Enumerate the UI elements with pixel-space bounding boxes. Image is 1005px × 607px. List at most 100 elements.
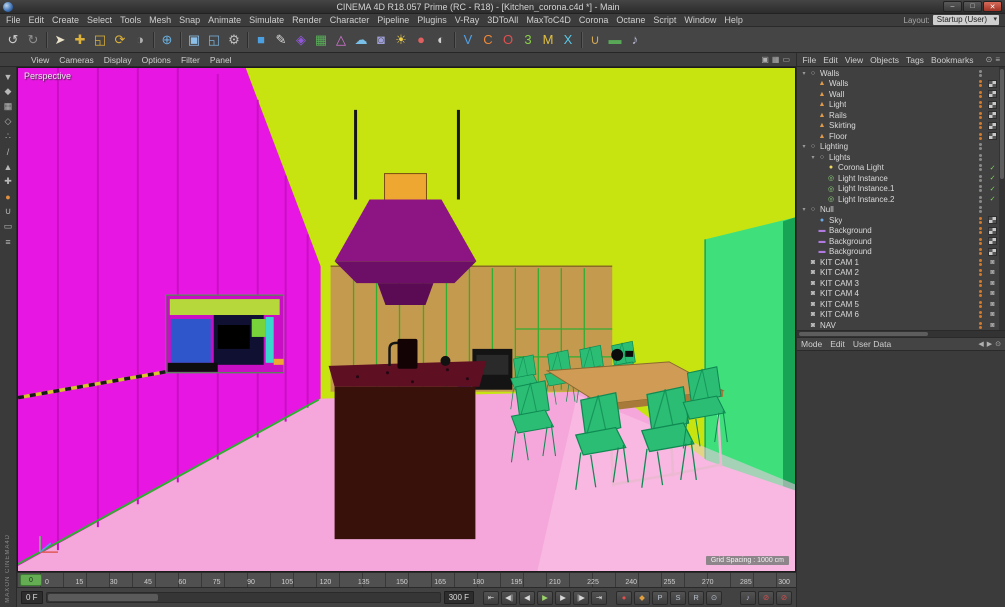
visibility-dots[interactable] xyxy=(979,153,982,157)
menu-item[interactable]: Window xyxy=(680,15,720,25)
make-editable-icon[interactable]: ▼ xyxy=(0,69,16,84)
prev-key-button[interactable]: ◀| xyxy=(501,590,518,605)
visibility-dots[interactable] xyxy=(979,300,982,304)
menu-item[interactable]: Script xyxy=(649,15,680,25)
render-region-icon[interactable]: ◱ xyxy=(204,28,224,51)
minimize-button[interactable]: – xyxy=(943,1,962,12)
visibility-dots[interactable] xyxy=(979,132,982,136)
menu-item[interactable]: 3DToAll xyxy=(483,15,522,25)
coordinate-system-icon[interactable]: ⊕ xyxy=(157,28,177,51)
menu-item[interactable]: Simulate xyxy=(245,15,288,25)
end-frame-field[interactable]: 300 F xyxy=(443,591,475,604)
visibility-dots[interactable] xyxy=(979,206,982,210)
object-row[interactable]: Wall xyxy=(797,89,1005,100)
object-row[interactable]: Corona Light xyxy=(797,163,1005,174)
object-manager-menu-item[interactable]: Tags xyxy=(902,55,927,65)
sound-icon[interactable]: ♪ xyxy=(625,28,645,51)
record-position-button[interactable]: P xyxy=(652,590,669,605)
visibility-dots[interactable] xyxy=(979,279,982,283)
object-row[interactable]: Walls xyxy=(797,68,1005,79)
maximize-button[interactable]: □ xyxy=(963,1,982,12)
rotate-tool-icon[interactable]: ⟳ xyxy=(110,28,130,51)
object-tag[interactable] xyxy=(988,174,997,182)
light-object-icon[interactable]: ☀ xyxy=(391,28,411,51)
visibility-dots[interactable] xyxy=(979,258,982,262)
search-icon[interactable]: ⊙ xyxy=(986,55,993,64)
current-frame-marker[interactable]: 0 xyxy=(20,574,42,586)
toolbar-icon[interactable] xyxy=(578,28,585,51)
viewport-solo-icon[interactable]: ● xyxy=(0,189,16,204)
visibility-dots[interactable] xyxy=(979,69,982,73)
record-scale-button[interactable]: S xyxy=(670,590,687,605)
enable-axis-icon[interactable]: ✚ xyxy=(0,174,16,189)
expand-arrow-icon[interactable] xyxy=(800,70,808,77)
workplane-icon[interactable]: ▬ xyxy=(605,28,625,51)
last-tool-icon[interactable]: ◑ xyxy=(130,28,150,51)
object-tag[interactable] xyxy=(988,90,997,99)
render-lock-button[interactable]: ⊘ xyxy=(758,590,774,605)
visibility-dots[interactable] xyxy=(979,311,982,315)
history-back-icon[interactable]: ◀ xyxy=(978,340,983,348)
goto-end-button[interactable]: ⇥ xyxy=(591,590,608,605)
object-row[interactable]: Walls xyxy=(797,79,1005,90)
visibility-dots[interactable] xyxy=(979,216,982,220)
undo-icon[interactable]: ↺ xyxy=(3,28,23,51)
object-tag[interactable] xyxy=(988,311,997,319)
render-view-icon[interactable]: ▣ xyxy=(184,28,204,51)
add-spline-icon[interactable]: ✎ xyxy=(271,28,291,51)
object-row[interactable]: KIT CAM 4 xyxy=(797,289,1005,300)
redo-icon[interactable]: ↻ xyxy=(23,28,43,51)
toolbar-icon[interactable] xyxy=(177,28,184,51)
toolbar-icon[interactable] xyxy=(451,28,458,51)
visibility-dots[interactable] xyxy=(979,111,982,115)
enable-snap-icon[interactable]: ∪ xyxy=(0,204,16,219)
attribute-manager-menu-item[interactable]: Edit xyxy=(826,339,849,349)
camera-object-icon[interactable]: ◙ xyxy=(371,28,391,51)
array-modifier-icon[interactable]: ▦ xyxy=(311,28,331,51)
viewport-panel[interactable]: Perspective Grid Spacing : 1000 cm xyxy=(17,67,796,572)
object-row[interactable]: Light xyxy=(797,100,1005,111)
viewport-menu-item[interactable]: Panel xyxy=(205,55,237,65)
quantize-icon[interactable]: ≡ xyxy=(0,234,16,249)
om-vertical-scrollbar[interactable] xyxy=(999,67,1005,330)
edges-mode-icon[interactable]: / xyxy=(0,144,16,159)
filter-icon[interactable]: ≡ xyxy=(995,55,1000,64)
object-tag[interactable] xyxy=(988,279,997,287)
object-row[interactable]: KIT CAM 1 xyxy=(797,257,1005,268)
object-tag[interactable] xyxy=(988,121,997,130)
menu-item[interactable]: Render xyxy=(288,15,326,25)
view-hud-icon[interactable]: ▣ xyxy=(761,55,769,64)
visibility-dots[interactable] xyxy=(979,227,982,231)
object-row[interactable]: Light Instance.1 xyxy=(797,184,1005,195)
object-row[interactable]: Null xyxy=(797,205,1005,216)
object-row[interactable]: NAV xyxy=(797,320,1005,330)
menu-item[interactable]: Pipeline xyxy=(373,15,413,25)
object-manager-menu-item[interactable]: Objects xyxy=(867,55,903,65)
prev-frame-button[interactable]: ◀ xyxy=(519,590,536,605)
layout-dropdown[interactable]: Startup (User) xyxy=(932,15,999,25)
viewport-menu-item[interactable]: Options xyxy=(137,55,176,65)
menu-item[interactable]: Mesh xyxy=(145,15,175,25)
viewport-menu-item[interactable]: View xyxy=(26,55,54,65)
object-row[interactable]: KIT CAM 2 xyxy=(797,268,1005,279)
render-settings-icon[interactable]: ⚙ xyxy=(224,28,244,51)
live-selection-icon[interactable]: ➤ xyxy=(50,28,70,51)
object-tag[interactable] xyxy=(988,185,997,193)
xparticles-plugin-icon[interactable]: X xyxy=(558,28,578,51)
expand-arrow-icon[interactable] xyxy=(809,154,817,161)
menu-item[interactable]: Select xyxy=(83,15,116,25)
object-tag[interactable] xyxy=(988,132,997,141)
object-row[interactable]: KIT CAM 6 xyxy=(797,310,1005,321)
lock-icon[interactable]: ⊙ xyxy=(995,340,1001,348)
workplane-mode-icon[interactable]: ◇ xyxy=(0,114,16,129)
range-slider-thumb[interactable] xyxy=(47,594,158,601)
visibility-dots[interactable] xyxy=(979,237,982,241)
maxtoc4d-plugin-icon[interactable]: M xyxy=(538,28,558,51)
toolbar-icon[interactable] xyxy=(150,28,157,51)
scale-tool-icon[interactable]: ◱ xyxy=(90,28,110,51)
deformer-icon[interactable]: △ xyxy=(331,28,351,51)
object-tag[interactable] xyxy=(988,321,997,329)
subdivision-surface-icon[interactable]: ◈ xyxy=(291,28,311,51)
expand-arrow-icon[interactable] xyxy=(800,206,808,213)
object-tag[interactable] xyxy=(988,226,997,235)
